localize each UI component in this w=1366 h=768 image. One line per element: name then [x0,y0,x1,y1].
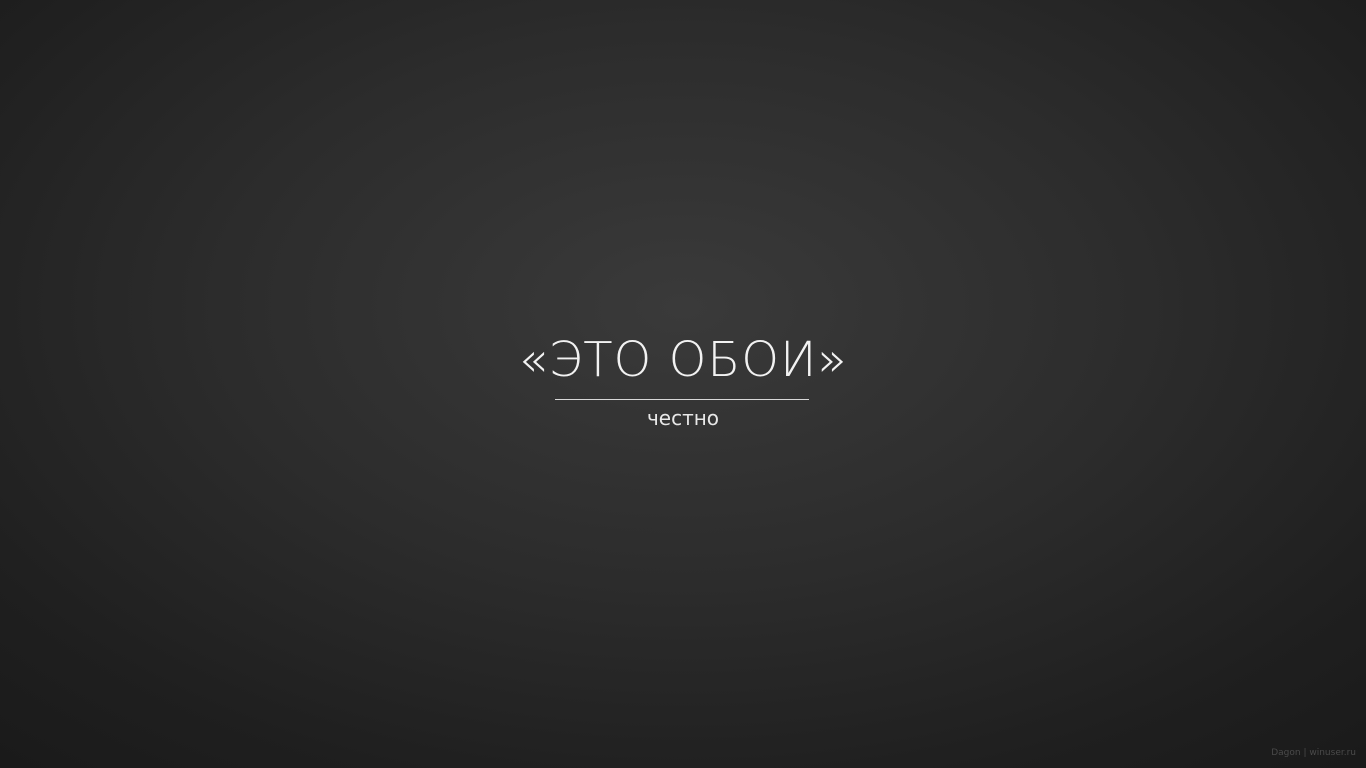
wallpaper-title: «ЭТО ОБОИ» [518,332,848,388]
author-credit: Dagon | winuser.ru [1271,748,1356,758]
wallpaper-subtitle: честно [646,406,720,430]
divider-line [555,399,809,400]
